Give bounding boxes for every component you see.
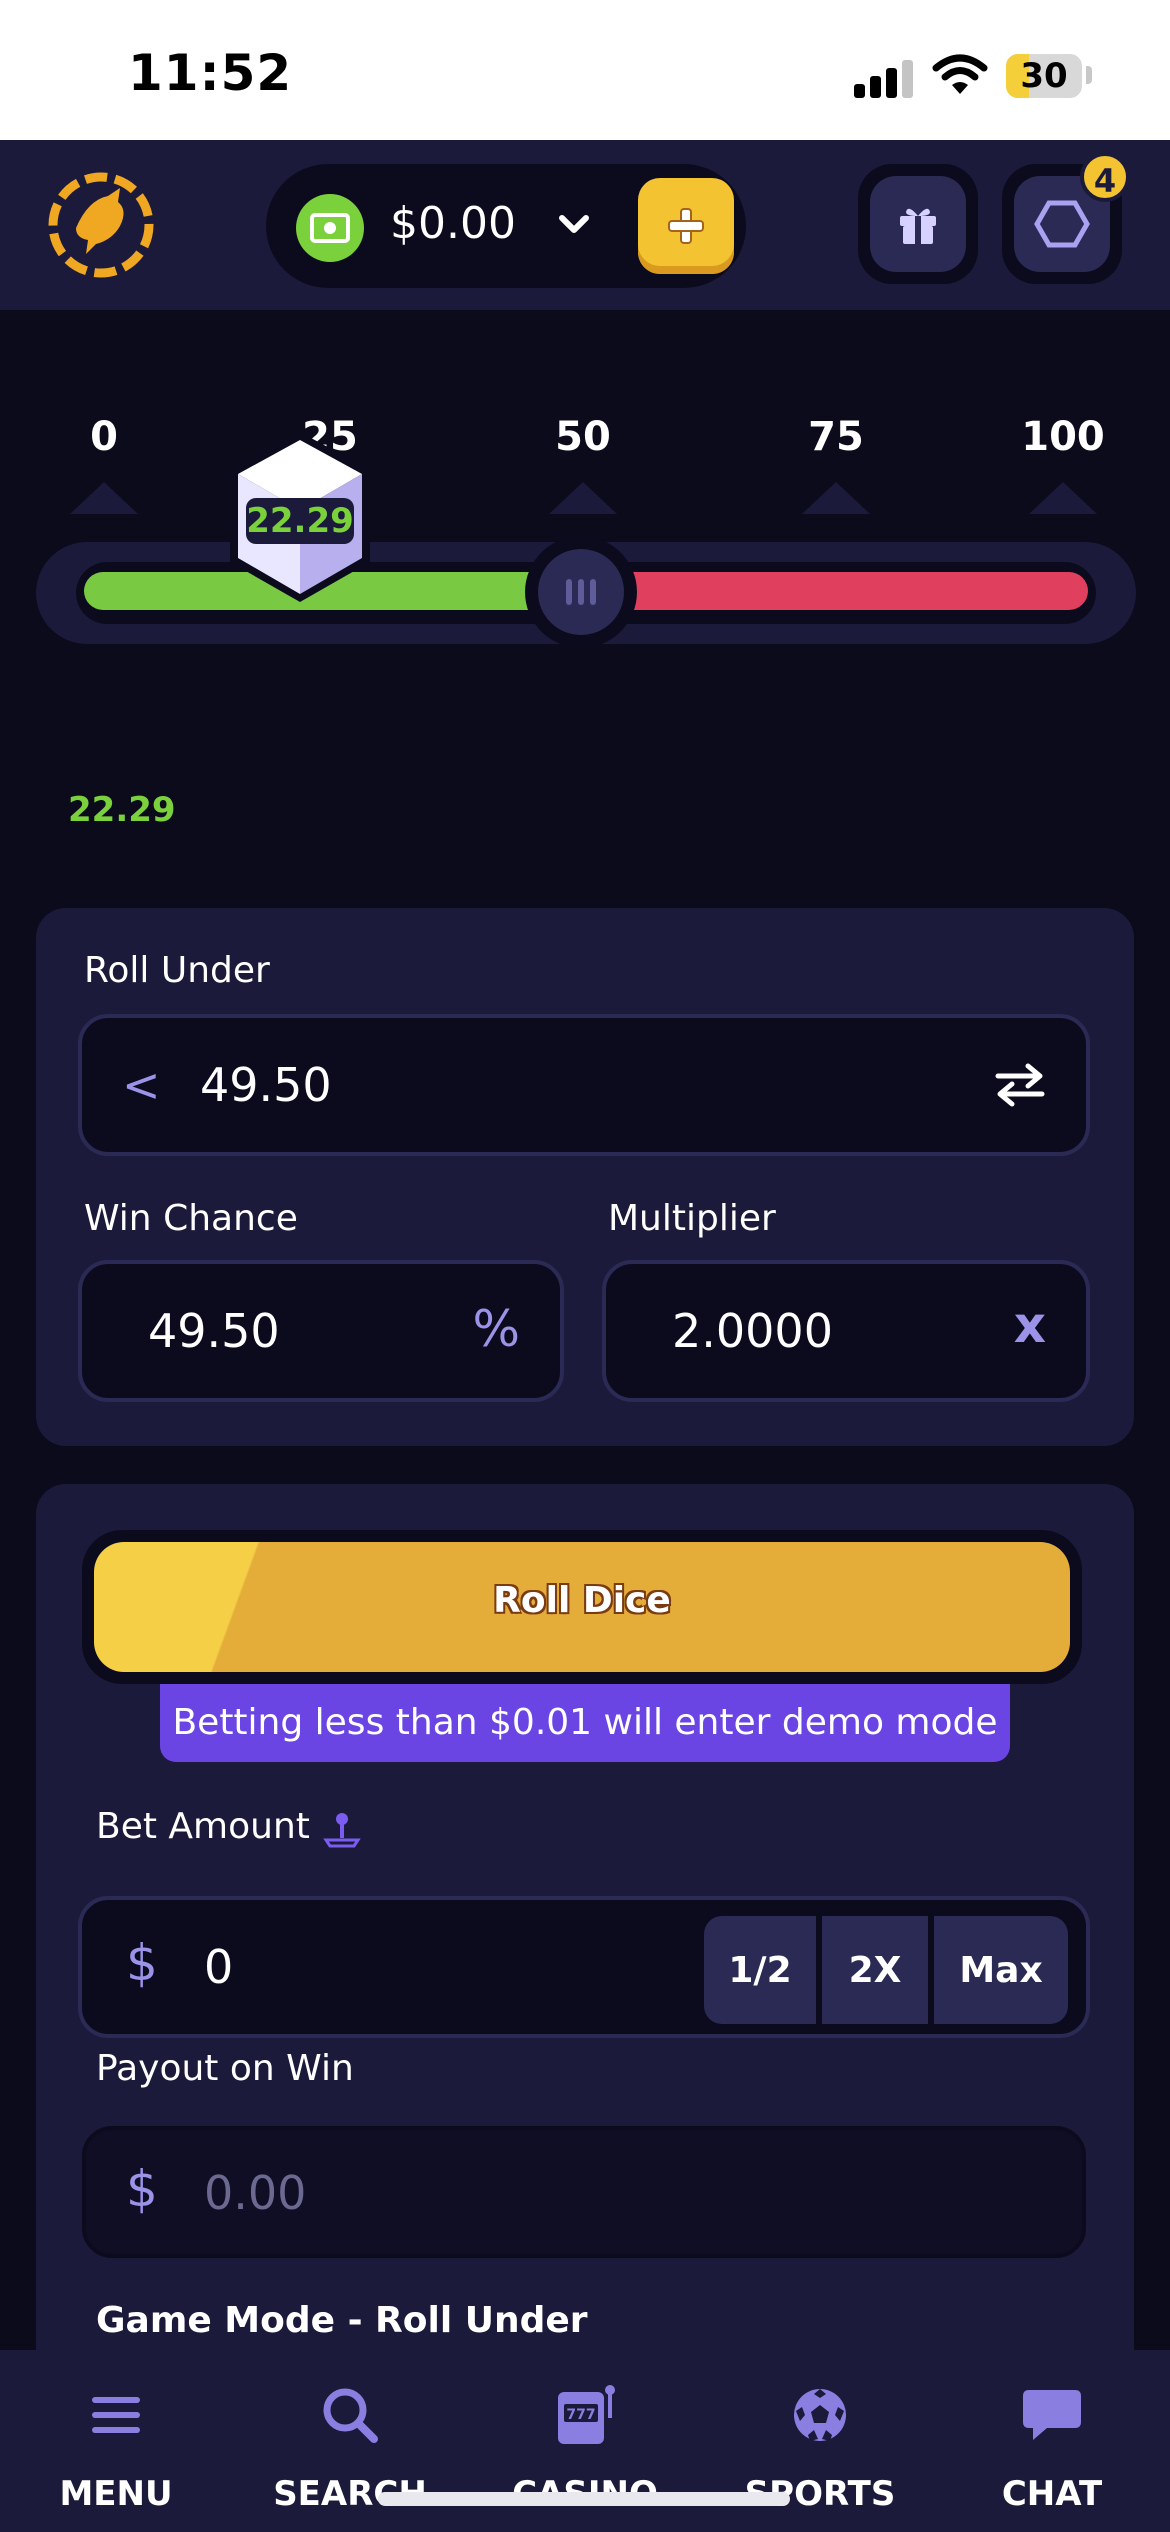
- dice-game-area: 0 25 50 75 100 22.29 22.29 Roll Under < …: [0, 310, 1170, 2350]
- deposit-button[interactable]: [638, 178, 734, 274]
- slot-machine-icon: 777: [558, 2385, 615, 2444]
- grip-icon: [537, 549, 624, 635]
- nav-chat-label: CHAT: [1001, 2474, 1103, 2514]
- demo-mode-notice: Betting less than $0.01 will enter demo …: [160, 1684, 1010, 1762]
- battery-level: 30: [1020, 56, 1068, 96]
- scale-label-0: 0: [90, 414, 118, 460]
- scale-label-75: 75: [808, 414, 864, 460]
- plus-icon: [668, 208, 704, 244]
- result-die: 22.29: [220, 426, 380, 608]
- kangaroo-logo[interactable]: [46, 170, 156, 280]
- win-chance-value: 49.50: [148, 1304, 280, 1358]
- home-indicator: [378, 2492, 790, 2506]
- scale-label-100: 100: [1021, 414, 1105, 460]
- nav-menu[interactable]: MENU: [16, 2380, 216, 2514]
- soccer-ball-icon: [794, 2389, 846, 2441]
- half-bet-button[interactable]: 1/2: [704, 1916, 816, 2024]
- status-bar: 11:52 30: [0, 0, 1170, 140]
- settings-panel: Roll Under < 49.50 Win Chance 49.50 % Mu…: [36, 908, 1134, 1446]
- wifi-icon: [932, 54, 988, 94]
- payout-value: 0.00: [204, 2166, 307, 2220]
- app-header: $0.00 4: [0, 140, 1170, 310]
- bet-amount-label: Bet Amount: [96, 1806, 310, 1847]
- roll-dice-label: Roll Dice: [493, 1580, 671, 1621]
- chat-bubble-icon: [1023, 2390, 1081, 2440]
- max-bet-button[interactable]: Max: [934, 1916, 1068, 2024]
- rewards-button[interactable]: [858, 164, 978, 284]
- multiplier-value: 2.0000: [672, 1304, 833, 1358]
- menu-icon: [92, 2397, 140, 2433]
- payout-field: $ 0.00: [82, 2126, 1086, 2258]
- cash-icon: [296, 194, 364, 262]
- dice-range-slider[interactable]: [36, 536, 1136, 648]
- notifications-button[interactable]: 4: [1002, 152, 1130, 284]
- last-result: 22.29: [68, 790, 176, 830]
- swap-icon[interactable]: [994, 1062, 1046, 1108]
- bet-panel: Roll Dice Betting less than $0.01 will e…: [36, 1484, 1134, 2350]
- status-time: 11:52: [128, 44, 293, 102]
- gift-icon: [900, 208, 936, 244]
- percent-symbol: %: [472, 1300, 520, 1358]
- die-result-value: 22.29: [246, 498, 354, 544]
- multiplier-label: Multiplier: [608, 1198, 776, 1239]
- bet-amount-field[interactable]: $ 0 1/2 2X Max: [78, 1896, 1090, 2038]
- nav-menu-label: MENU: [59, 2474, 173, 2514]
- battery-icon: 30: [1006, 54, 1082, 98]
- signal-icon: [854, 58, 914, 98]
- search-icon: [323, 2388, 378, 2443]
- game-mode-label: Game Mode - Roll Under: [96, 2300, 588, 2341]
- win-chance-field[interactable]: 49.50 %: [78, 1260, 564, 1402]
- double-bet-button[interactable]: 2X: [822, 1916, 928, 2024]
- wallet-selector[interactable]: $0.00: [266, 164, 746, 288]
- joystick-icon[interactable]: [322, 1810, 362, 1850]
- payout-currency-symbol: $: [126, 2160, 158, 2218]
- roll-under-field[interactable]: < 49.50: [78, 1014, 1090, 1156]
- lose-range: [580, 572, 1088, 610]
- roll-dice-button[interactable]: Roll Dice: [82, 1530, 1082, 1684]
- notification-count-badge: 4: [1080, 152, 1130, 202]
- chevron-down-icon[interactable]: [556, 210, 592, 238]
- multiplier-symbol: x: [1013, 1296, 1046, 1354]
- payout-label: Payout on Win: [96, 2048, 354, 2089]
- bet-amount-value: 0: [204, 1940, 234, 1994]
- scale-label-50: 50: [555, 414, 611, 460]
- roll-under-value: 49.50: [200, 1058, 332, 1112]
- multiplier-field[interactable]: 2.0000 x: [602, 1260, 1090, 1402]
- win-chance-label: Win Chance: [84, 1198, 298, 1239]
- currency-symbol: $: [126, 1934, 158, 1992]
- balance-amount: $0.00: [390, 198, 516, 249]
- nav-chat[interactable]: CHAT: [952, 2380, 1152, 2514]
- hexagon-icon: [1034, 200, 1090, 248]
- svg-text:777: 777: [566, 2407, 595, 2423]
- roll-under-label: Roll Under: [84, 950, 270, 991]
- slider-handle[interactable]: [524, 536, 637, 648]
- roll-under-prefix: <: [122, 1058, 161, 1112]
